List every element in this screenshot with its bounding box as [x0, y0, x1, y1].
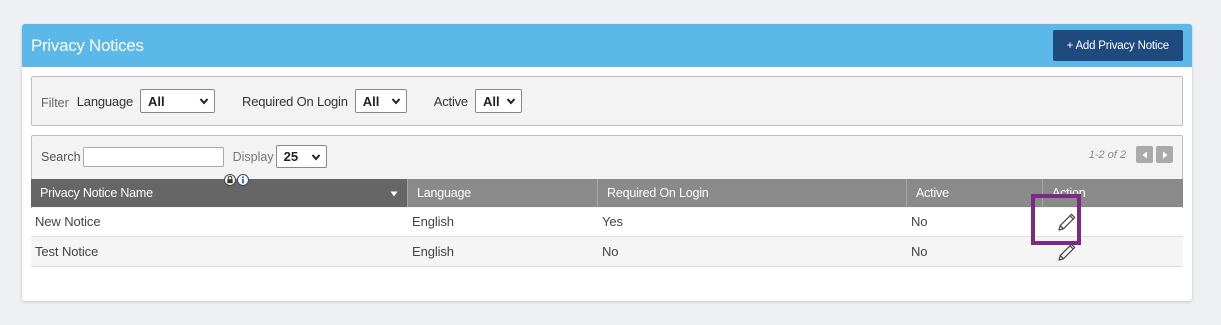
table-row: Test Notice English No No [31, 237, 1183, 267]
language-filter-select[interactable]: All [140, 89, 216, 113]
column-header-label: Required On Login [607, 186, 709, 200]
column-header-label: Language [417, 186, 472, 200]
cell-language: English [412, 214, 454, 229]
pager-range: 1-2 of 2 [1088, 148, 1126, 161]
lock-icon [224, 174, 236, 186]
info-icon[interactable] [237, 174, 249, 186]
chevron-down-icon [311, 153, 320, 161]
panel-header: Privacy Notices + Add Privacy Notice [22, 24, 1192, 67]
display-count-select[interactable]: 25 [275, 145, 327, 168]
add-privacy-notice-button[interactable]: + Add Privacy Notice [1052, 30, 1183, 61]
column-header-active[interactable]: Active [907, 179, 1043, 207]
column-header-action: Action [1043, 179, 1183, 207]
chevron-down-icon [391, 98, 401, 105]
prev-page-button[interactable] [1136, 146, 1153, 163]
active-filter-value: All [482, 93, 500, 109]
cell-active: No [911, 244, 928, 259]
chevron-down-icon [506, 98, 516, 105]
privacy-notices-panel: Privacy Notices + Add Privacy Notice Fil… [22, 24, 1192, 301]
cell-required-on-login: Yes [602, 214, 623, 229]
display-count-value: 25 [283, 149, 299, 164]
column-badges [224, 174, 249, 186]
cell-active: No [911, 214, 928, 229]
cell-action [1043, 207, 1183, 237]
column-header-language[interactable]: Language [408, 179, 598, 207]
language-filter-label: Language [76, 93, 134, 109]
page-title: Privacy Notices [31, 35, 144, 55]
edit-pencil-icon[interactable] [1055, 240, 1079, 264]
table-header: Privacy Notice Name Language Required On… [31, 179, 1183, 207]
display-label: Display [232, 149, 274, 164]
cell-name: New Notice [35, 214, 101, 229]
sort-down-icon [390, 191, 398, 197]
filter-label: Filter [41, 95, 69, 110]
column-header-required-on-login[interactable]: Required On Login [598, 179, 907, 207]
required-on-login-filter-label: Required On Login [242, 93, 348, 109]
column-header-label: Action [1052, 186, 1086, 200]
column-header-label: Active [916, 186, 949, 200]
cell-language: English [412, 244, 454, 259]
column-header-label: Privacy Notice Name [40, 186, 153, 200]
cell-name: Test Notice [35, 244, 99, 259]
column-header-name[interactable]: Privacy Notice Name [31, 179, 408, 207]
active-filter-label: Active [433, 93, 468, 109]
pager: 1-2 of 2 [1089, 146, 1173, 163]
filter-bar: Filter Language All Required On Login Al… [31, 76, 1183, 126]
table-body: New Notice English Yes No Test Notice En… [31, 207, 1183, 267]
prev-page-icon [1142, 151, 1147, 158]
edit-pencil-icon[interactable] [1055, 210, 1079, 234]
cell-action [1043, 237, 1183, 267]
required-on-login-filter-select[interactable]: All [354, 89, 407, 113]
active-filter-select[interactable]: All [474, 89, 522, 113]
required-on-login-filter-value: All [362, 93, 380, 109]
search-label: Search [41, 149, 81, 164]
search-input[interactable] [82, 146, 224, 167]
table-row: New Notice English Yes No [31, 207, 1183, 237]
chevron-down-icon [199, 98, 209, 105]
next-page-icon [1162, 151, 1167, 158]
next-page-button[interactable] [1156, 146, 1173, 163]
language-filter-value: All [148, 93, 165, 109]
cell-required-on-login: No [602, 244, 619, 259]
